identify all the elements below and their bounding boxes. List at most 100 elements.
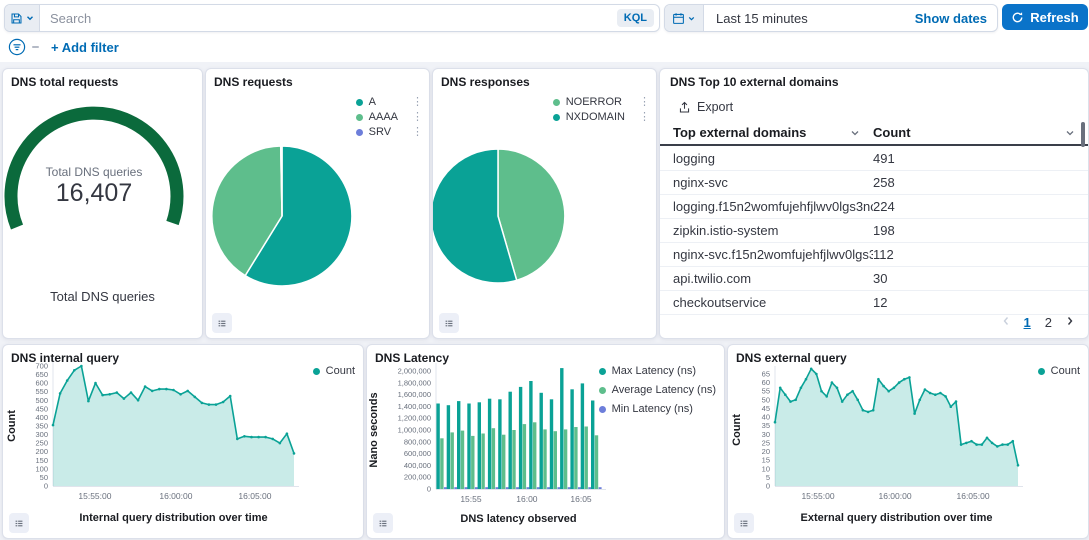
legend-toggle-button[interactable] [439,313,459,333]
domain-cell: nginx-svc [673,175,873,190]
refresh-button[interactable]: Refresh [1002,4,1088,30]
legend-actions-icon[interactable]: ⋮ [631,112,650,122]
legend-toggle-button[interactable] [373,513,393,533]
refresh-label: Refresh [1030,10,1078,25]
legend-item-Min-Latency-ns-[interactable]: Min Latency (ns) [599,403,716,415]
list-icon [379,517,387,530]
export-button[interactable]: Export [672,99,739,115]
legend-toggle-button[interactable] [734,513,754,533]
domain-cell: zipkin.istio-system [673,223,873,238]
svg-text:1,800,000: 1,800,000 [398,378,431,387]
legend-item-Count[interactable]: Count [1038,365,1080,377]
panel-dns-internal-query: DNS internal query 050100150200250300350… [2,344,364,539]
svg-text:250: 250 [35,439,48,448]
svg-text:800,000: 800,000 [404,437,431,446]
panel-dns-requests: DNS requests A⋮AAAA⋮SRV⋮ [205,68,430,339]
panel-title: DNS responses [441,75,530,89]
table-scrollbar[interactable] [1081,122,1085,147]
legend-actions-icon[interactable]: ⋮ [404,127,423,137]
svg-text:40: 40 [762,413,770,422]
legend-label: A [369,96,376,108]
legend-toggle-button[interactable] [9,513,29,533]
page-button-2[interactable]: 2 [1043,315,1054,330]
time-range-label[interactable]: Last 15 minutes [704,11,915,26]
svg-text:400,000: 400,000 [404,461,431,470]
svg-text:500: 500 [35,396,48,405]
legend-item-AAAA[interactable]: AAAA ⋮ [356,111,423,123]
panel-title: DNS external query [736,351,847,365]
panel-title: DNS total requests [11,75,118,89]
sort-chevron-icon [849,127,861,139]
legend-item-Count[interactable]: Count [313,365,355,377]
external-query-area-chart[interactable]: 0510152025303540455055606515:55:0016:00:… [728,345,1088,538]
legend-item-A[interactable]: A⋮ [356,96,423,108]
search-input[interactable] [40,5,617,31]
svg-text:5: 5 [766,473,770,482]
legend: Max Latency (ns) Average Latency (ns) Min … [599,365,716,415]
legend-item-Average-Latency-ns-[interactable]: Average Latency (ns) [599,384,716,396]
legend-item-NXDOMAIN[interactable]: NXDOMAIN⋮ [553,111,650,123]
legend-item-Max-Latency-ns-[interactable]: Max Latency (ns) [599,365,716,377]
svg-text:35: 35 [762,421,770,430]
saved-query-menu-button[interactable] [5,5,40,31]
legend-actions-icon[interactable]: ⋮ [631,97,650,107]
svg-text:16:05:00: 16:05:00 [956,491,989,501]
svg-text:450: 450 [35,404,48,413]
svg-text:16:00:00: 16:00:00 [159,491,192,501]
gauge-bottom-label: Total DNS queries [3,289,202,304]
add-filter-button[interactable]: + Add filter [51,40,119,55]
column-header-count[interactable]: Count [873,121,1088,144]
count-cell: 30 [873,271,1088,286]
svg-text:45: 45 [762,404,770,413]
svg-text:100: 100 [35,464,48,473]
table-row: nginx-svc.f15n2womfujehfjlwv0lgs3no...11… [660,243,1088,267]
svg-text:16:00:00: 16:00:00 [878,491,911,501]
legend-label: AAAA [369,111,398,123]
show-dates-button[interactable]: Show dates [915,11,997,26]
legend-dot [599,406,606,413]
legend-dot [356,99,363,106]
domain-cell: checkoutservice [673,295,873,310]
legend-actions-icon[interactable]: ⋮ [404,112,423,122]
next-page-button[interactable] [1064,315,1076,330]
svg-text:55: 55 [762,387,770,396]
table-row: nginx-svc258 [660,171,1088,195]
svg-text:50: 50 [762,395,770,404]
legend-actions-icon[interactable]: ⋮ [404,97,423,107]
panel-dns-external-query: DNS external query 051015202530354045505… [727,344,1089,539]
legend-label: NOERROR [566,96,622,108]
count-cell: 12 [873,295,1088,310]
legend-toggle-button[interactable] [212,313,232,333]
filter-icon[interactable] [8,38,26,56]
count-cell: 224 [873,199,1088,214]
svg-text:0: 0 [44,482,48,491]
chevron-right-icon [1064,315,1076,327]
legend-dot [1038,368,1045,375]
panel-dns-total-requests: DNS total requests Total DNS queries 16,… [2,68,203,339]
svg-text:350: 350 [35,422,48,431]
legend: Count [1038,365,1080,377]
legend-item-NOERROR[interactable]: NOERROR ⋮ [553,96,650,108]
internal-query-area-chart[interactable]: 0501001502002503003504004505005506006507… [3,345,363,538]
panel-dns-latency: DNS Latency 0200,000400,000600,000800,00… [366,344,725,539]
previous-page-button[interactable] [1000,315,1012,330]
domain-cell: logging.f15n2womfujehfjlwv0lgs3nog.... [673,199,873,214]
list-icon [445,317,453,330]
svg-text:300: 300 [35,430,48,439]
svg-text:200: 200 [35,447,48,456]
page-button-1[interactable]: 1 [1022,315,1033,330]
kql-button[interactable]: KQL [617,9,654,27]
table-header: Top external domains Count [660,121,1088,146]
legend-item-SRV[interactable]: SRV⋮ [356,126,423,138]
legend-dot [599,368,606,375]
date-picker-calendar-button[interactable] [665,5,704,31]
list-icon [740,517,748,530]
svg-text:15:55:00: 15:55:00 [78,491,111,501]
svg-text:60: 60 [762,378,770,387]
column-header-domains[interactable]: Top external domains [673,121,873,144]
svg-text:10: 10 [762,464,770,473]
legend: Count [313,365,355,377]
chevron-left-icon [1000,315,1012,327]
svg-text:16:05:00: 16:05:00 [238,491,271,501]
sort-chevron-icon [1064,127,1076,139]
